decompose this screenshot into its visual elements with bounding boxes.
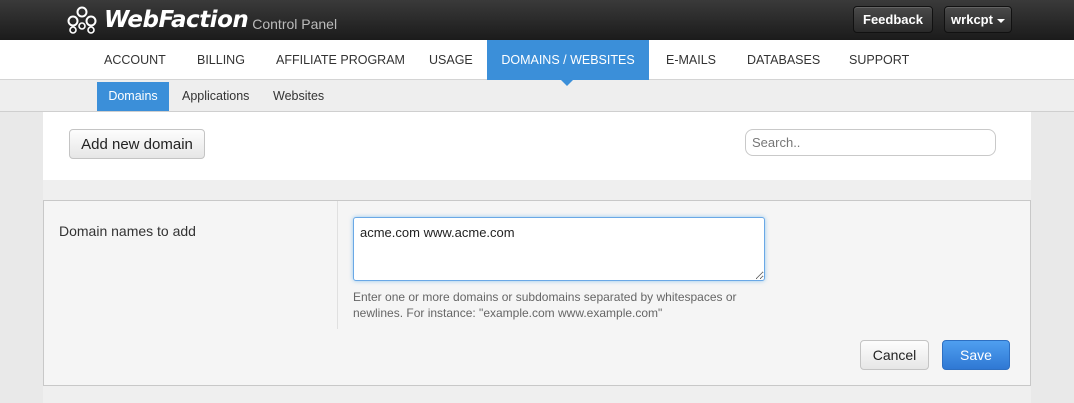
subnav-domains-label: Domains <box>108 89 158 103</box>
nav-usage-label: USAGE <box>429 53 473 67</box>
subnav-websites-label: Websites <box>273 89 325 103</box>
subnav-domains[interactable]: Domains <box>97 82 169 111</box>
nav-account-label: ACCOUNT <box>104 53 166 67</box>
nav-domains-websites[interactable]: DOMAINS / WEBSITES <box>487 40 649 80</box>
bottom-gap <box>43 386 1031 403</box>
feedback-label: Feedback <box>863 12 923 27</box>
cancel-label: Cancel <box>872 347 917 363</box>
nav-affiliate-program[interactable]: AFFILIATE PROGRAM <box>259 40 422 80</box>
nav-e-mails[interactable]: E-MAILS <box>649 40 733 80</box>
section-gap <box>43 180 1031 200</box>
add-new-domain-button[interactable]: Add new domain <box>69 129 205 159</box>
domain-names-label: Domain names to add <box>59 223 196 239</box>
main-nav: ACCOUNT BILLING AFFILIATE PROGRAM USAGE … <box>0 40 1074 80</box>
brand-name: WebFaction <box>104 7 249 33</box>
nav-databases[interactable]: DATABASES <box>730 40 837 80</box>
nav-account[interactable]: ACCOUNT <box>88 40 182 80</box>
cancel-button[interactable]: Cancel <box>860 340 929 370</box>
nav-support[interactable]: SUPPORT <box>832 40 926 80</box>
nav-databases-label: DATABASES <box>747 53 821 67</box>
logo[interactable]: WebFaction Control Panel <box>64 3 337 37</box>
nav-e-mails-label: E-MAILS <box>666 53 717 67</box>
save-label: Save <box>960 347 992 363</box>
webfaction-logo-icon <box>64 6 100 34</box>
subnav-applications[interactable]: Applications <box>172 82 259 111</box>
subnav-websites[interactable]: Websites <box>263 82 334 111</box>
domain-names-textarea[interactable]: acme.com www.acme.com <box>353 217 765 281</box>
save-button[interactable]: Save <box>942 340 1010 370</box>
subnav-applications-label: Applications <box>182 89 250 103</box>
active-tab-arrow <box>561 80 573 86</box>
user-menu-button[interactable]: wrkcpt <box>944 6 1012 33</box>
user-label: wrkcpt <box>951 12 993 27</box>
nav-billing-label: BILLING <box>197 53 245 67</box>
form-divider <box>337 201 338 329</box>
top-bar: WebFaction Control Panel Feedback wrkcpt <box>0 0 1074 40</box>
sub-nav: Domains Applications Websites <box>0 80 1074 112</box>
feedback-button[interactable]: Feedback <box>853 6 933 33</box>
domain-names-help-text: Enter one or more domains or subdomains … <box>353 290 737 320</box>
caret-down-icon <box>996 18 1005 23</box>
nav-support-label: SUPPORT <box>849 53 910 67</box>
nav-usage[interactable]: USAGE <box>412 40 490 80</box>
brand-subtitle: Control Panel <box>252 16 338 32</box>
search-input[interactable] <box>745 129 996 156</box>
add-new-domain-label: Add new domain <box>81 135 193 153</box>
nav-affiliate-program-label: AFFILIATE PROGRAM <box>276 53 405 67</box>
nav-billing[interactable]: BILLING <box>181 40 261 80</box>
nav-domains-websites-label: DOMAINS / WEBSITES <box>501 53 635 67</box>
